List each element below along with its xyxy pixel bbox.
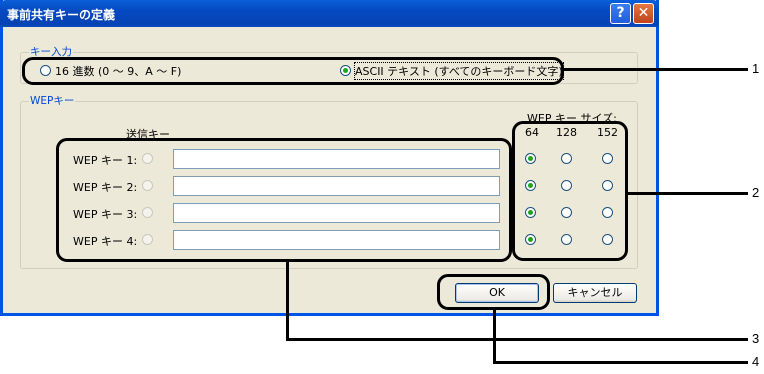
callout-ring-2: [512, 121, 628, 261]
callout-number-4: 4: [752, 354, 760, 369]
callout-line-1: [564, 68, 748, 71]
callout-line-2: [628, 192, 748, 195]
callout-ring-3: [56, 138, 512, 262]
callout-line-3-horizontal: [286, 338, 748, 341]
callout-line-4-horizontal: [493, 361, 748, 364]
dialog-title: 事前共有キーの定義: [7, 8, 116, 22]
callout-line-3-vertical: [286, 262, 289, 341]
callout-ring-1: [22, 57, 564, 85]
cancel-button[interactable]: キャンセル: [553, 283, 637, 303]
help-button[interactable]: ?: [610, 3, 631, 24]
callout-number-2: 2: [752, 185, 760, 200]
close-icon: ✕: [637, 5, 650, 21]
callout-ring-4: [437, 274, 550, 310]
callout-number-1: 1: [752, 61, 760, 76]
callout-line-4-vertical: [493, 310, 496, 364]
close-button[interactable]: ✕: [633, 3, 654, 24]
callout-number-3: 3: [752, 331, 760, 346]
wep-key-legend: WEPキー: [29, 93, 76, 108]
